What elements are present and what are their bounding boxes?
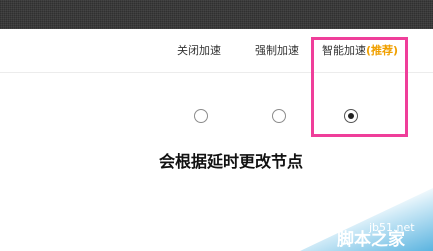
option-label-force[interactable]: 强制加速 [255,44,299,58]
highlight-box [311,37,408,137]
radio-force[interactable] [272,109,286,123]
top-bar [0,0,433,29]
watermark-name: 脚本之家 [337,230,405,250]
description-text: 会根据延时更改节点 [158,152,303,171]
radio-off[interactable] [194,109,208,123]
option-label-off[interactable]: 关闭加速 [177,44,221,58]
